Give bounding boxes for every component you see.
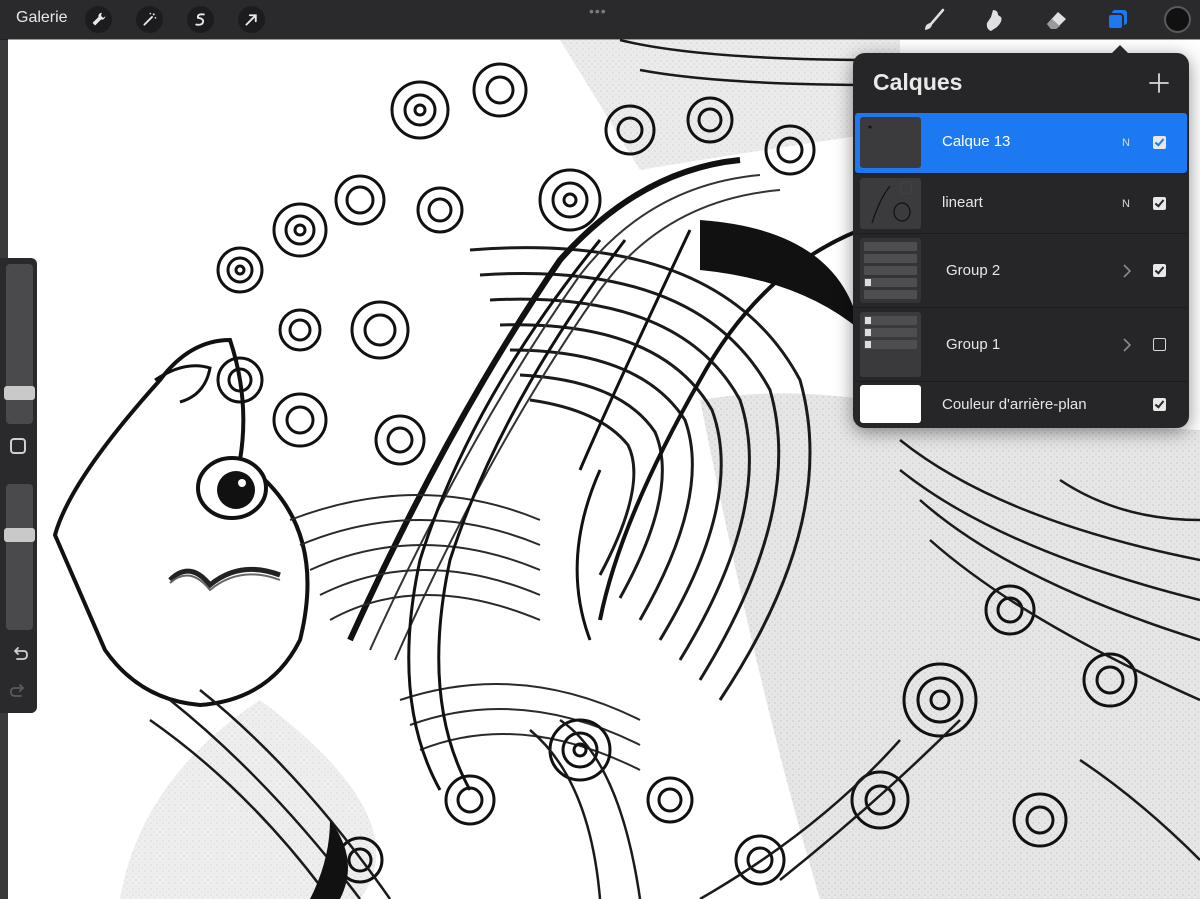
layer-thumb-art (871, 181, 913, 224)
undo-icon-glyph (14, 647, 28, 660)
wrench-icon[interactable] (85, 6, 112, 33)
smudge-icon-glyph (986, 10, 1002, 31)
eraser-icon[interactable] (1041, 5, 1071, 35)
chevron-right-icon[interactable] (1122, 263, 1132, 279)
visibility-checkbox[interactable] (1153, 338, 1166, 351)
layer-name: Couleur d'arrière-plan (942, 396, 1087, 413)
eraser-icon-glyph (1047, 12, 1066, 29)
visibility-checkbox[interactable] (1153, 136, 1166, 149)
brush-size-slider-knob[interactable] (4, 386, 35, 400)
visibility-checkbox[interactable] (1153, 264, 1166, 277)
selection-icon-glyph (195, 13, 205, 26)
layer-name: Group 1 (946, 336, 1001, 353)
transform-arrow-icon-glyph (245, 14, 257, 26)
layers-panel: Calques Calque 13 N lineart N Group 2 Gr… (853, 45, 1189, 428)
left-sidebar (0, 258, 37, 713)
group-thumbnail (860, 312, 921, 377)
redo-icon[interactable] (9, 681, 29, 701)
layer-name: Calque 13 (942, 133, 1011, 150)
top-toolbar: Galerie ••• (0, 0, 1200, 39)
layer-thumbnail (860, 117, 921, 168)
undo-icon[interactable] (9, 644, 29, 664)
group-thumb-art (864, 316, 917, 349)
brush-size-slider[interactable] (6, 264, 33, 424)
layer-row-calque-13[interactable]: Calque 13 N (855, 113, 1187, 173)
visibility-checkbox[interactable] (1153, 398, 1166, 411)
layer-row-group-1[interactable]: Group 1 (855, 307, 1187, 381)
layer-thumbnail (860, 178, 921, 229)
magic-wand-icon-glyph (143, 12, 157, 26)
brush-icon[interactable] (919, 5, 949, 35)
redo-icon-glyph (10, 684, 24, 697)
layers-icon[interactable] (1102, 5, 1132, 35)
magic-wand-icon[interactable] (136, 6, 163, 33)
layer-thumb-art (868, 125, 872, 129)
group-thumbnail (860, 238, 921, 303)
opacity-slider[interactable] (6, 484, 33, 630)
layer-row-lineart[interactable]: lineart N (855, 173, 1187, 233)
blend-mode-button[interactable]: N (1122, 137, 1130, 149)
gallery-button[interactable]: Galerie (16, 9, 68, 27)
opacity-slider-knob[interactable] (4, 528, 35, 542)
layer-row-group-2[interactable]: Group 2 (855, 233, 1187, 307)
layer-row-background-color[interactable]: Couleur d'arrière-plan (855, 381, 1187, 427)
blend-mode-button[interactable]: N (1122, 198, 1130, 210)
layers-panel-title: Calques (873, 69, 963, 95)
selection-icon[interactable] (187, 6, 214, 33)
add-layer-button[interactable] (1145, 69, 1173, 97)
visibility-checkbox[interactable] (1153, 197, 1166, 210)
color-picker-button[interactable] (1164, 6, 1191, 33)
smudge-icon[interactable] (979, 5, 1009, 35)
group-thumb-art (864, 242, 917, 299)
background-color-swatch (860, 385, 921, 423)
more-handle[interactable]: ••• (589, 3, 607, 19)
plus-icon (1149, 73, 1169, 93)
layer-name: lineart (942, 194, 983, 211)
transform-arrow-icon[interactable] (238, 6, 265, 33)
layers-icon-glyph (1107, 10, 1127, 30)
chevron-right-icon[interactable] (1122, 337, 1132, 353)
modify-square-button[interactable] (10, 438, 26, 454)
brush-icon-glyph (925, 8, 945, 30)
wrench-icon-glyph (92, 12, 106, 26)
layer-name: Group 2 (946, 262, 1001, 279)
